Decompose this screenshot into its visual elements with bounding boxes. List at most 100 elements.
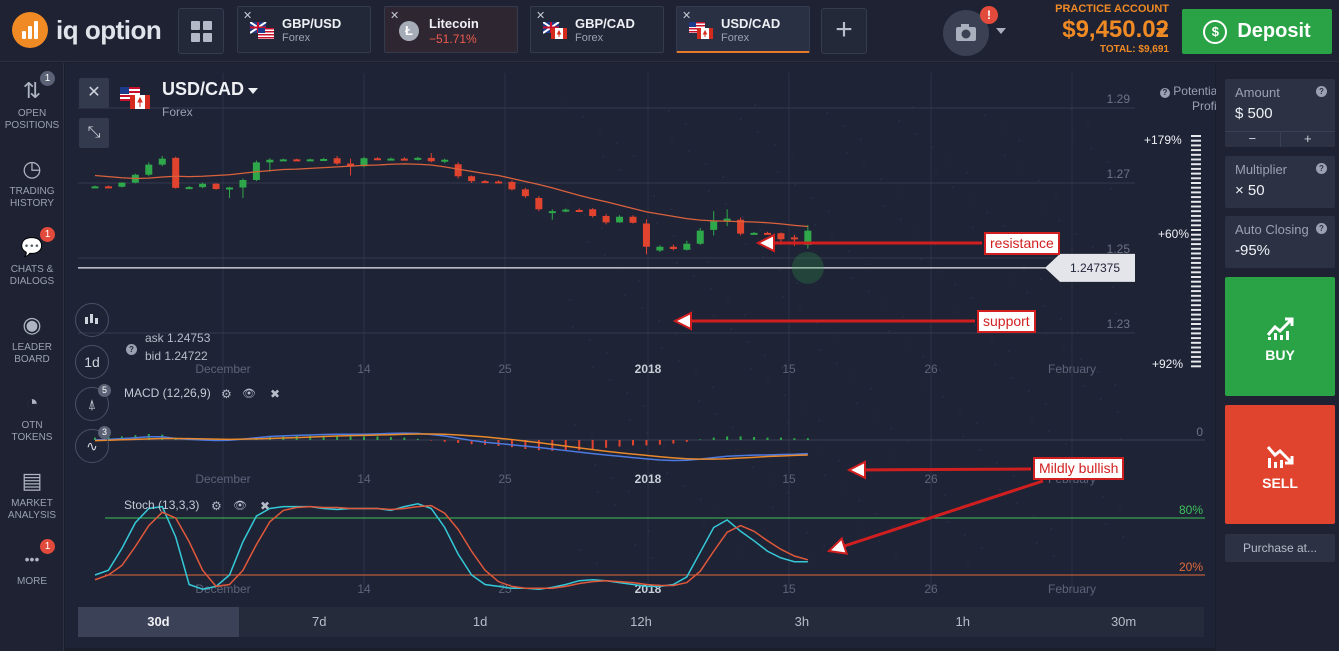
tab-close-icon[interactable]: ✕: [536, 9, 545, 22]
eye-icon[interactable]: 👁: [233, 499, 247, 512]
sidebar-item-trading-history[interactable]: ◷ TRADING HISTORY: [0, 155, 64, 210]
buy-button[interactable]: BUY: [1225, 277, 1335, 396]
profit-scale-tick: [1191, 365, 1201, 368]
asset-title[interactable]: USD/CAD: [162, 79, 244, 100]
sell-button[interactable]: SELL: [1225, 405, 1335, 524]
gear-icon[interactable]: ⚙: [221, 387, 232, 401]
macd-histogram-bar: [591, 440, 594, 449]
camera-alert-badge: !: [980, 6, 998, 24]
help-icon[interactable]: ?: [1316, 223, 1327, 234]
map-dot: [653, 195, 655, 197]
tab-close-icon[interactable]: ✕: [243, 9, 252, 22]
range-7d[interactable]: 7d: [239, 607, 400, 637]
chart-area[interactable]: 1.29 1.27 1.25 1.23 December 14 25 2018 15 26 Febr…: [65, 63, 1220, 648]
timeframe-button[interactable]: 1d: [75, 345, 109, 379]
sidebar-item-open-positions[interactable]: ⇅ 1 OPEN POSITIONS: [0, 71, 64, 132]
map-dot: [695, 373, 697, 375]
logo[interactable]: iq option: [12, 12, 162, 48]
range-1h[interactable]: 1h: [882, 607, 1043, 637]
candle-body: [158, 158, 166, 165]
map-dot: [698, 400, 700, 402]
range-12h[interactable]: 12h: [561, 607, 722, 637]
candle-body: [145, 164, 153, 175]
indicators-icon[interactable]: ∿ 3: [75, 426, 111, 463]
profit-scale-tick: [1191, 360, 1201, 363]
sidebar-item-leaderboard[interactable]: ◉ LEADER BOARD: [0, 311, 64, 366]
map-dot: [1009, 279, 1011, 281]
profit-scale-tick: [1191, 261, 1201, 264]
remove-indicator-icon[interactable]: ✖: [270, 387, 280, 401]
range-3h[interactable]: 3h: [721, 607, 882, 637]
map-dot: [971, 297, 973, 299]
increase-button[interactable]: +: [1281, 132, 1336, 147]
chevron-down-icon[interactable]: [996, 28, 1006, 34]
macd-histogram-bar: [806, 438, 809, 440]
map-dot: [1080, 358, 1082, 360]
help-icon[interactable]: ?: [1316, 86, 1327, 97]
map-dot: [991, 337, 993, 339]
tab-usd-cad[interactable]: ✕ USD/CAD Forex: [676, 6, 810, 53]
candle-body: [750, 232, 758, 235]
profit-scale-tick: [1191, 332, 1201, 335]
tab-gbp-usd[interactable]: ✕ GBP/USD Forex: [237, 6, 371, 53]
drawing-tools-icon[interactable]: ⍋ 5: [75, 384, 111, 421]
purchase-at-button[interactable]: Purchase at...: [1225, 534, 1335, 562]
chart-type-icon[interactable]: [75, 303, 109, 337]
candle-body: [696, 230, 704, 244]
profit-scale-tick: [1191, 313, 1201, 316]
deposit-button[interactable]: $ Deposit: [1182, 9, 1332, 54]
tab-gbp-cad[interactable]: ✕ GBP/CAD Forex: [530, 6, 664, 53]
map-dot: [986, 212, 988, 214]
map-dot: [979, 449, 981, 451]
macd-histogram-bar: [658, 440, 661, 445]
tab-close-icon[interactable]: ✕: [682, 9, 691, 22]
eye-icon[interactable]: 👁: [242, 387, 256, 400]
map-dot: [661, 347, 663, 349]
close-chart-icon[interactable]: ✕: [79, 78, 109, 108]
profit-scale-tick: [1191, 196, 1201, 199]
map-dot: [757, 131, 759, 133]
gear-icon[interactable]: ⚙: [211, 499, 222, 513]
map-dot: [782, 296, 784, 298]
multiplier-field[interactable]: Multiplier ? × 50: [1225, 156, 1335, 208]
decrease-button[interactable]: −: [1225, 132, 1281, 147]
grid-icon[interactable]: [178, 8, 224, 54]
sidebar-item-chats[interactable]: 💬 1 CHATS & DIALOGS: [0, 227, 64, 288]
range-30m[interactable]: 30m: [1043, 607, 1204, 637]
price-tick-label: 1.27: [1107, 167, 1131, 181]
multiplier-value[interactable]: × 50: [1235, 182, 1265, 199]
map-dot: [594, 464, 596, 466]
amount-field[interactable]: Amount ? $ 500 − +: [1225, 79, 1335, 147]
tab-litecoin[interactable]: ✕ Ł Litecoin −51.71%: [384, 6, 518, 53]
amount-value[interactable]: $ 500: [1235, 105, 1273, 122]
sidebar-item-market-analysis[interactable]: ▤ MARKET ANALYSIS: [0, 467, 64, 522]
info-icon[interactable]: ?: [126, 344, 137, 355]
tab-name: USD/CAD: [721, 16, 781, 31]
auto-closing-field[interactable]: Auto Closing ? -95%: [1225, 216, 1335, 268]
candle-body: [535, 198, 543, 210]
account-balance[interactable]: PRACTICE ACCOUNT $9,450.02 TOTAL: $9,691: [1055, 3, 1169, 55]
help-icon[interactable]: ?: [1316, 163, 1327, 174]
map-dot: [1004, 154, 1006, 156]
sidebar-item-otn-tokens[interactable]: ◔ OTN TOKENS: [0, 389, 64, 444]
chart-up-icon: [1266, 317, 1294, 340]
macd-histogram-bar: [699, 439, 702, 440]
tab-close-icon[interactable]: ✕: [390, 9, 399, 22]
map-dot: [606, 352, 608, 354]
map-dot: [616, 142, 618, 144]
range-30d[interactable]: 30d: [78, 607, 239, 637]
collapse-icon[interactable]: ⤡: [79, 118, 109, 148]
auto-closing-value[interactable]: -95%: [1235, 242, 1270, 259]
dollar-icon: $: [1203, 19, 1228, 44]
candle-body: [104, 186, 112, 189]
map-dot: [629, 419, 631, 421]
sidebar-item-more[interactable]: ••• 1 MORE: [0, 539, 64, 588]
add-tab-button[interactable]: +: [821, 8, 867, 54]
camera-icon[interactable]: !: [943, 6, 998, 56]
account-chevron-down-icon[interactable]: [1156, 28, 1168, 35]
remove-indicator-icon[interactable]: ✖: [260, 499, 270, 513]
asset-chevron-down-icon[interactable]: [248, 88, 258, 94]
range-1d[interactable]: 1d: [400, 607, 561, 637]
map-dot: [828, 210, 830, 212]
price-chart[interactable]: 1.291.271.251.23December 14 25 2018 15 26 Febr…: [65, 63, 1215, 648]
